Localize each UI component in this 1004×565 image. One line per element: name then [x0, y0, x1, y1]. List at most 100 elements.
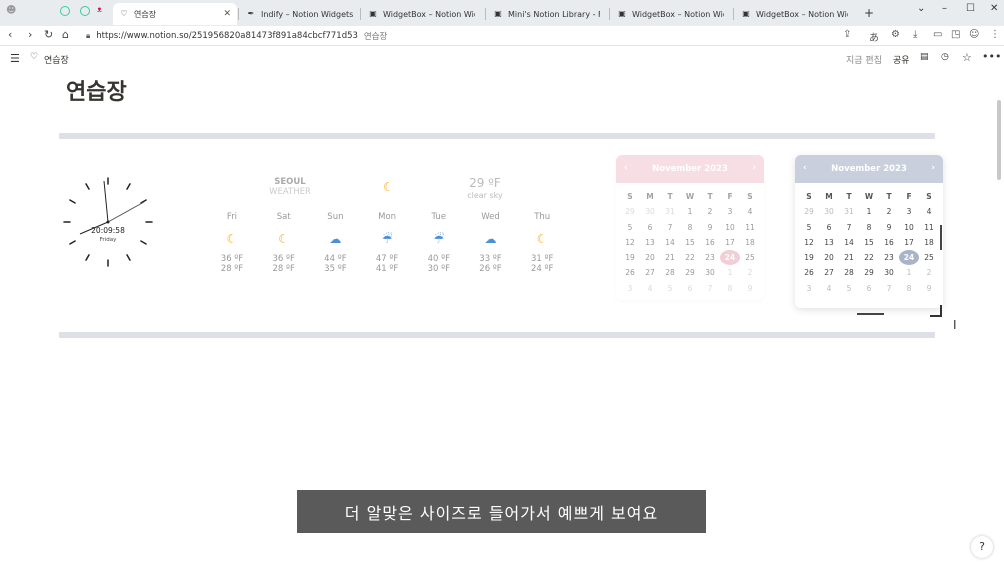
- calendar-day[interactable]: 29: [620, 204, 640, 219]
- calendar-day[interactable]: 15: [680, 235, 700, 250]
- calendar-day[interactable]: 1: [899, 265, 919, 280]
- breadcrumb[interactable]: 연습장: [44, 53, 69, 66]
- drag-bar[interactable]: [857, 313, 884, 315]
- calendar-day[interactable]: 11: [919, 220, 939, 235]
- browser-tab[interactable]: ▣ WidgetBox – Notion Widgets: [362, 3, 484, 25]
- calendar-day[interactable]: 9: [919, 281, 939, 296]
- calendar-day[interactable]: 8: [899, 281, 919, 296]
- share-icon[interactable]: ⇪: [843, 29, 851, 40]
- prev-month-icon[interactable]: ‹: [803, 163, 807, 173]
- resize-handle-icon[interactable]: [930, 305, 942, 317]
- calendar-day[interactable]: 2: [919, 265, 939, 280]
- calendar-day[interactable]: 28: [660, 265, 680, 280]
- workspace-icon[interactable]: [80, 6, 90, 16]
- forward-icon[interactable]: ›: [28, 28, 32, 41]
- calendar-day[interactable]: 27: [640, 265, 660, 280]
- calendar-day[interactable]: 4: [819, 281, 839, 296]
- calendar-day[interactable]: 13: [819, 235, 839, 250]
- minimize-icon[interactable]: –: [942, 3, 947, 14]
- home-icon[interactable]: ⌂: [62, 28, 69, 41]
- calendar-day[interactable]: 3: [899, 204, 919, 219]
- collections-icon[interactable]: ▭: [933, 29, 942, 40]
- calendar-day[interactable]: 30: [819, 204, 839, 219]
- url-field[interactable]: 🔒︎ https://www.notion.so/251956820a81473…: [86, 28, 866, 43]
- back-icon[interactable]: ‹: [8, 28, 12, 41]
- profile-icon[interactable]: ☺: [969, 29, 979, 40]
- calendar-day[interactable]: 18: [919, 235, 939, 250]
- calendar-day[interactable]: 25: [919, 250, 939, 265]
- resize-bar-vertical[interactable]: [940, 225, 942, 250]
- browser-tab[interactable]: ▣ WidgetBox – Notion Widgets: [611, 3, 733, 25]
- calendar-day[interactable]: 6: [859, 281, 879, 296]
- calendar-day[interactable]: 2: [879, 204, 899, 219]
- help-button[interactable]: ?: [971, 536, 993, 558]
- maximize-icon[interactable]: ☐: [966, 3, 975, 14]
- calendar-day[interactable]: 8: [680, 220, 700, 235]
- new-tab-button[interactable]: +: [864, 6, 874, 20]
- next-month-icon[interactable]: ›: [752, 163, 756, 173]
- calendar-day[interactable]: 12: [620, 235, 640, 250]
- favorite-icon[interactable]: ☆: [962, 51, 972, 64]
- browser-tab[interactable]: ▣ Mini's Notion Library - Free Notion Tem…: [487, 3, 609, 25]
- calendar-day[interactable]: 16: [700, 235, 720, 250]
- calendar-day[interactable]: 7: [839, 220, 859, 235]
- browser-tab[interactable]: ♡ 연습장 ✕: [113, 3, 237, 25]
- calendar-day[interactable]: 31: [839, 204, 859, 219]
- calendar-day[interactable]: 7: [660, 220, 680, 235]
- calendar-day[interactable]: 30: [879, 265, 899, 280]
- calendar-day[interactable]: 25: [740, 250, 760, 265]
- calendar-day[interactable]: 10: [720, 220, 740, 235]
- calendar-day[interactable]: 24: [720, 250, 740, 266]
- close-tab-icon[interactable]: ✕: [223, 9, 231, 19]
- calendar-day[interactable]: 27: [819, 265, 839, 280]
- calendar-day[interactable]: 9: [700, 220, 720, 235]
- calendar-day[interactable]: 29: [680, 265, 700, 280]
- calendar-day[interactable]: 6: [819, 220, 839, 235]
- calendar-day[interactable]: 6: [680, 281, 700, 296]
- screenshot-icon[interactable]: ◳: [951, 29, 960, 40]
- profile-icon[interactable]: ☻: [6, 5, 16, 16]
- calendar-day[interactable]: 19: [799, 250, 819, 265]
- calendar-day[interactable]: 30: [700, 265, 720, 280]
- share-button[interactable]: 공유: [893, 53, 910, 66]
- calendar-day[interactable]: 5: [660, 281, 680, 296]
- calendar-day[interactable]: 3: [620, 281, 640, 296]
- calendar-day[interactable]: 21: [660, 250, 680, 265]
- prev-month-icon[interactable]: ‹: [624, 163, 628, 173]
- calendar-day[interactable]: 9: [740, 281, 760, 296]
- calendar-day[interactable]: 14: [839, 235, 859, 250]
- browser-tab[interactable]: ✒ Indify – Notion Widgets: [240, 3, 362, 25]
- calendar-day[interactable]: 3: [799, 281, 819, 296]
- next-month-icon[interactable]: ›: [931, 163, 935, 173]
- updates-icon[interactable]: ◷: [941, 52, 949, 62]
- calendar-day[interactable]: 8: [720, 281, 740, 296]
- download-icon[interactable]: ⤓: [913, 29, 917, 40]
- more-icon[interactable]: ⋮: [990, 29, 1000, 40]
- calendar-day[interactable]: 12: [799, 235, 819, 250]
- calendar-day[interactable]: 14: [660, 235, 680, 250]
- calendar-day[interactable]: 17: [899, 235, 919, 250]
- calendar-day[interactable]: 21: [839, 250, 859, 265]
- calendar-day[interactable]: 4: [640, 281, 660, 296]
- calendar-day[interactable]: 5: [839, 281, 859, 296]
- pinned-tab-icon[interactable]: ᴥ: [97, 5, 102, 14]
- tab-list-icon[interactable]: ⌄: [917, 3, 925, 14]
- calendar-day[interactable]: 18: [740, 235, 760, 250]
- calendar-day[interactable]: 28: [839, 265, 859, 280]
- comments-icon[interactable]: ▤: [920, 52, 929, 62]
- reload-icon[interactable]: ↻: [44, 28, 53, 41]
- browser-tab[interactable]: ▣ WidgetBox – Notion Widgets: [735, 3, 857, 25]
- calendar-day[interactable]: 16: [879, 235, 899, 250]
- calendar-day[interactable]: 22: [680, 250, 700, 265]
- calendar-day[interactable]: 3: [720, 204, 740, 219]
- calendar-day[interactable]: 26: [799, 265, 819, 280]
- calendar-day[interactable]: 5: [620, 220, 640, 235]
- calendar-day[interactable]: 30: [640, 204, 660, 219]
- calendar-day[interactable]: 5: [799, 220, 819, 235]
- calendar-day[interactable]: 1: [720, 265, 740, 280]
- calendar-day[interactable]: 8: [859, 220, 879, 235]
- calendar-day[interactable]: 26: [620, 265, 640, 280]
- more-options-icon[interactable]: •••: [982, 50, 1001, 63]
- calendar-day[interactable]: 31: [660, 204, 680, 219]
- page-icon[interactable]: ♡: [30, 52, 38, 62]
